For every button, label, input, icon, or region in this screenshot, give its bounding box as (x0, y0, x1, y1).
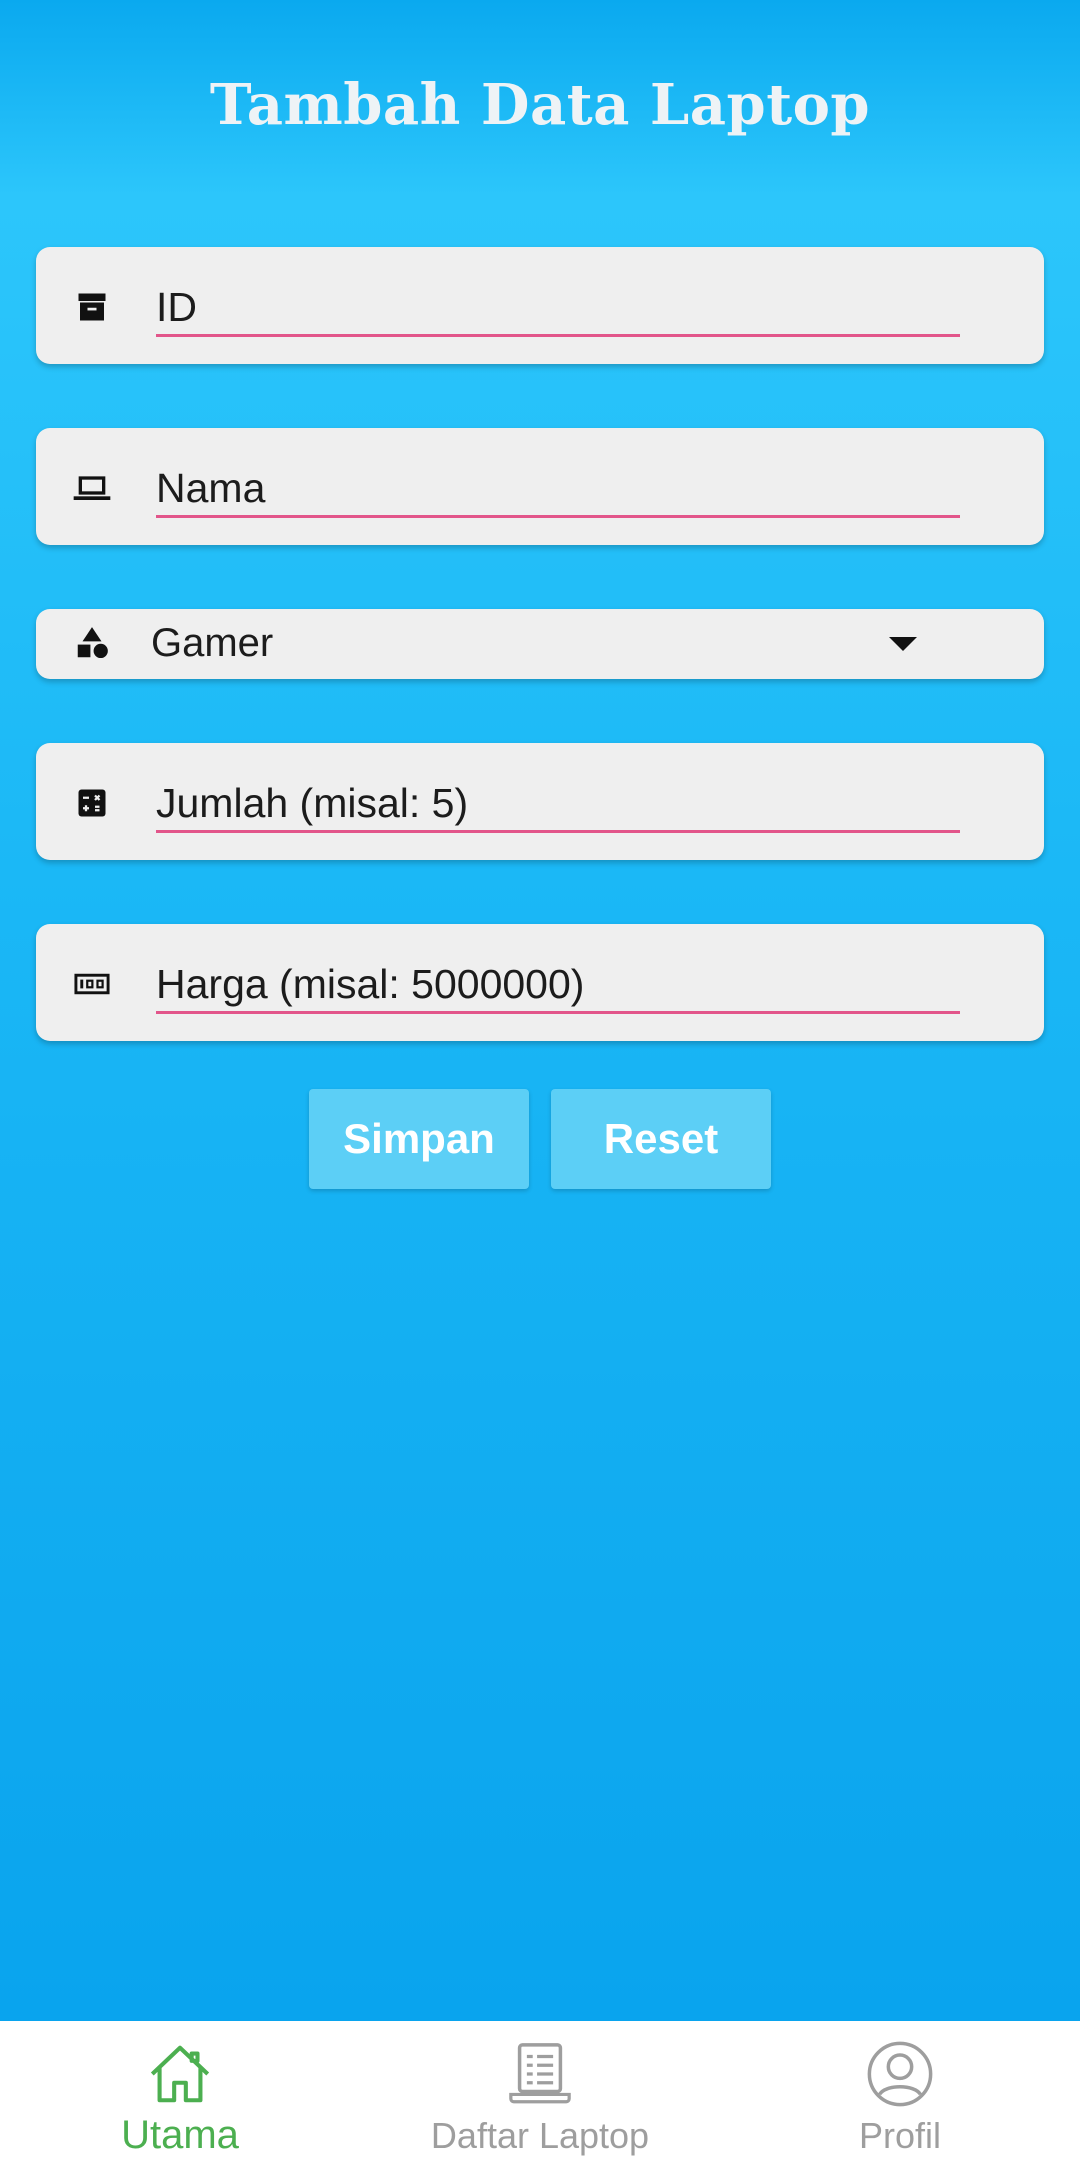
harga-field-card (36, 924, 1044, 1041)
laptop-list-icon (505, 2039, 575, 2109)
bottom-navigation: Utama Daftar Laptop Profil (0, 2021, 1080, 2173)
nav-item-profil[interactable]: Profil (720, 2021, 1080, 2173)
laptop-icon (72, 468, 112, 508)
save-button[interactable]: Simpan (309, 1089, 529, 1189)
nav-item-utama[interactable]: Utama (0, 2021, 360, 2173)
id-input[interactable] (156, 269, 960, 334)
nav-label-profil: Profil (858, 2115, 942, 2156)
category-shapes-icon (72, 623, 112, 663)
archive-box-icon (72, 287, 112, 327)
reset-button[interactable]: Reset (551, 1089, 771, 1189)
jumlah-field-card (36, 743, 1044, 860)
home-icon (145, 2039, 215, 2109)
kategori-dropdown[interactable]: Gamer (36, 609, 1044, 679)
money-icon (72, 964, 112, 1004)
id-field-card (36, 247, 1044, 364)
nama-field-card (36, 428, 1044, 545)
kategori-selected-value: Gamer (151, 621, 274, 665)
profile-icon (865, 2039, 935, 2109)
nama-input[interactable] (156, 450, 960, 515)
harga-input[interactable] (156, 946, 960, 1011)
calculator-icon (72, 783, 112, 823)
nav-label-daftar-laptop: Daftar Laptop (430, 2115, 650, 2156)
chevron-down-icon[interactable] (889, 637, 917, 651)
nav-item-daftar-laptop[interactable]: Daftar Laptop (360, 2021, 720, 2173)
jumlah-input[interactable] (156, 765, 960, 830)
nav-label-utama: Utama (121, 2113, 239, 2157)
page-title: Tambah Data Laptop (209, 72, 871, 138)
